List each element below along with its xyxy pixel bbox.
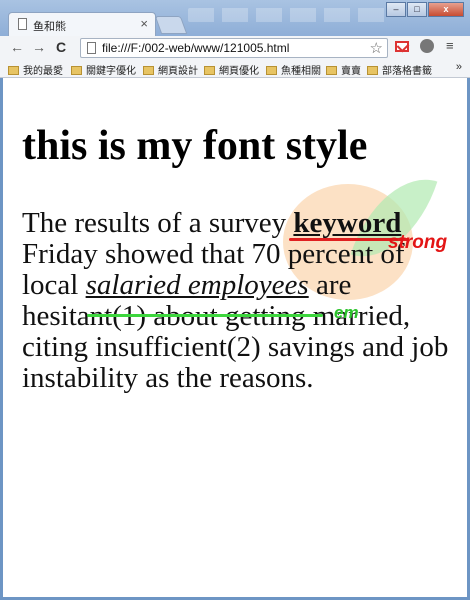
back-button[interactable]: ← (10, 39, 24, 55)
url-text[interactable]: file:///F:/002-web/www/121005.html (102, 41, 289, 55)
tab-title: 鱼和熊 (33, 21, 66, 33)
salaried-employees-em: salaried employees (85, 269, 309, 301)
blurred-taskbar-area (188, 8, 388, 22)
minimize-button[interactable]: – (386, 2, 406, 17)
bookmark-folder[interactable]: 我的最愛 (8, 62, 63, 77)
forward-button[interactable]: → (32, 39, 46, 55)
address-bar[interactable]: file:///F:/002-web/www/121005.html ☆ (80, 38, 388, 58)
extension-icon[interactable] (420, 39, 434, 53)
browser-window: 鱼和熊 × – □ x ← → C file:///F:/002-web/www… (0, 0, 470, 600)
bookmark-folder[interactable]: 賣賣 (326, 62, 361, 77)
keyword-strong: keyword (293, 207, 402, 239)
bookmark-folder[interactable]: 魚種相關 (266, 62, 321, 77)
new-tab-button[interactable] (154, 16, 188, 34)
folder-icon (71, 66, 82, 75)
folder-icon (266, 66, 277, 75)
folder-icon (204, 66, 215, 75)
bookmarks-overflow-button[interactable]: » (456, 61, 462, 73)
bookmark-folder[interactable]: 關鍵字優化 (71, 62, 136, 77)
bookmark-star-icon[interactable]: ☆ (370, 39, 383, 57)
menu-icon[interactable]: ≡ (446, 39, 454, 53)
page-content: this is my font style The results of a s… (3, 78, 467, 597)
page-heading: this is my font style (22, 123, 368, 169)
bookmark-folder[interactable]: 部落格書籤 (367, 62, 432, 77)
page-icon (87, 42, 96, 54)
page-icon (18, 18, 27, 30)
tab-close-button[interactable]: × (140, 16, 148, 31)
navigation-toolbar: ← → C file:///F:/002-web/www/121005.html… (0, 36, 470, 60)
folder-icon (326, 66, 337, 75)
strong-annotation-label: strong (388, 232, 448, 253)
gmail-icon[interactable] (395, 41, 409, 52)
em-annotation-label: em (334, 303, 359, 322)
folder-icon (8, 66, 19, 75)
bookmark-folder[interactable]: 網頁優化 (204, 62, 259, 77)
close-button[interactable]: x (428, 2, 464, 17)
window-controls: – □ x (385, 2, 464, 18)
bookmarks-bar: 我的最愛 關鍵字優化 網頁設計 網頁優化 魚種相關 賣賣 部落格書籤 » (0, 60, 470, 78)
bookmark-folder[interactable]: 網頁設計 (143, 62, 198, 77)
title-bar: 鱼和熊 × – □ x (0, 0, 470, 36)
em-underline-annotation (87, 314, 323, 317)
folder-icon (143, 66, 154, 75)
reload-button[interactable]: C (56, 39, 66, 55)
folder-icon (367, 66, 378, 75)
maximize-button[interactable]: □ (407, 2, 427, 17)
browser-tab[interactable]: 鱼和熊 × (8, 12, 156, 36)
